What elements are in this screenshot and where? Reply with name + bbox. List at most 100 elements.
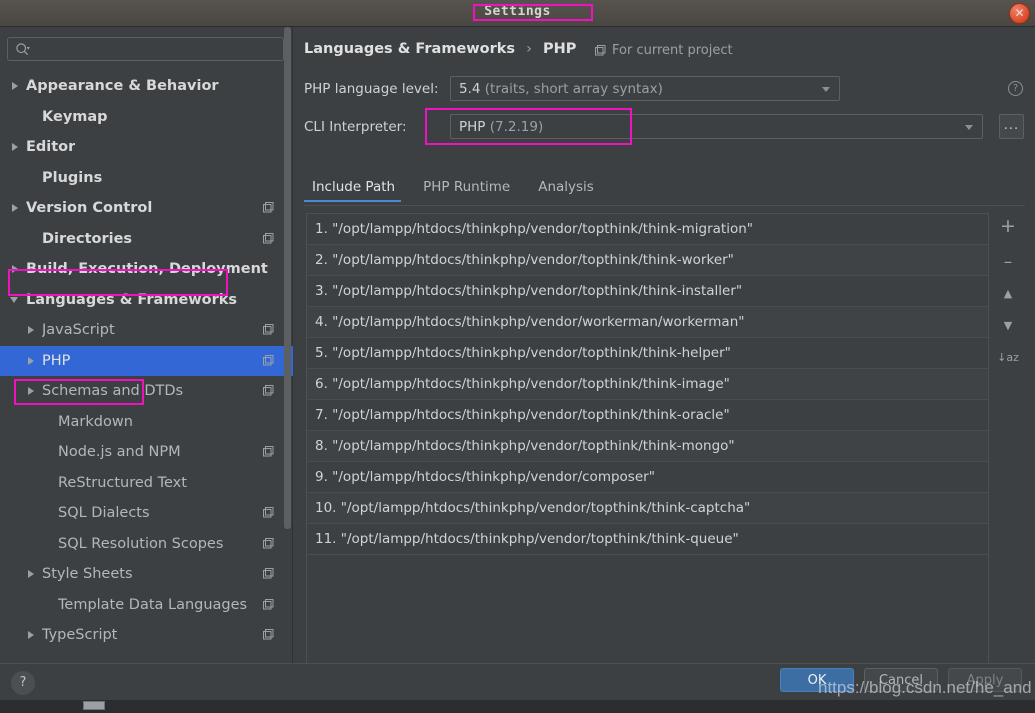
sidebar-item-label: Build, Execution, Deployment	[26, 261, 268, 278]
remove-icon[interactable]: –	[996, 251, 1020, 275]
chevron-right-icon[interactable]	[26, 629, 38, 641]
cli-interpreter-value: PHP	[459, 118, 490, 135]
sidebar-item-restructured-text[interactable]: ReStructured Text	[0, 468, 293, 499]
sidebar-item-sql-dialects[interactable]: SQL Dialects	[0, 498, 293, 529]
search-icon	[16, 43, 30, 56]
settings-main-panel: Languages & Frameworks › PHP For current…	[294, 27, 1035, 668]
module-icon	[263, 354, 274, 365]
sidebar-item-label: Template Data Languages	[58, 596, 248, 613]
chevron-right-icon[interactable]	[10, 80, 22, 92]
module-icon	[263, 324, 274, 335]
sidebar-item-editor[interactable]: Editor	[0, 132, 293, 163]
sidebar-scrollbar[interactable]	[284, 27, 291, 529]
include-path-row[interactable]: 4. "/opt/lampp/htdocs/thinkphp/vendor/wo…	[307, 307, 988, 338]
include-path-row[interactable]: 8. "/opt/lampp/htdocs/thinkphp/vendor/to…	[307, 431, 988, 462]
sidebar-item-label: Version Control	[26, 200, 153, 217]
module-icon	[263, 537, 274, 548]
window-titlebar: Settings ✕	[0, 0, 1035, 27]
include-path-row[interactable]: 5. "/opt/lampp/htdocs/thinkphp/vendor/to…	[307, 338, 988, 369]
chevron-down-icon[interactable]	[10, 294, 22, 306]
sidebar-item-label: Plugins	[42, 169, 103, 186]
module-icon	[263, 385, 274, 396]
sidebar-item-appearance-behavior[interactable]: Appearance & Behavior	[0, 71, 293, 102]
language-level-label: PHP language level:	[304, 81, 439, 97]
tab-analysis[interactable]: Analysis	[524, 179, 608, 202]
sort-alphabetical-icon[interactable]: ↓az	[996, 347, 1020, 371]
help-button[interactable]: ?	[11, 671, 35, 695]
module-icon	[263, 507, 274, 518]
settings-tree: Appearance & Behavior Keymap Editor Plugins…	[0, 71, 293, 663]
search-box[interactable]	[7, 37, 284, 61]
sidebar-item-node-js-and-npm[interactable]: Node.js and NPM	[0, 437, 293, 468]
sidebar-item-label: SQL Resolution Scopes	[58, 535, 224, 552]
sidebar-item-label: Languages & Frameworks	[26, 291, 238, 308]
apply-button[interactable]: Apply	[948, 668, 1022, 692]
add-icon[interactable]: +	[996, 215, 1020, 239]
include-path-row[interactable]: 3. "/opt/lampp/htdocs/thinkphp/vendor/to…	[307, 276, 988, 307]
include-path-row[interactable]: 2. "/opt/lampp/htdocs/thinkphp/vendor/to…	[307, 245, 988, 276]
sidebar-item-languages-frameworks[interactable]: Languages & Frameworks	[0, 285, 293, 316]
sidebar-item-plugins[interactable]: Plugins	[0, 163, 293, 194]
settings-tabs: Include Path PHP Runtime Analysis	[304, 179, 1004, 205]
close-icon[interactable]: ✕	[1009, 3, 1030, 24]
sidebar-item-typescript[interactable]: TypeScript	[0, 620, 293, 651]
include-path-toolbar: + – ▲ ▼ ↓az	[992, 213, 1025, 373]
sidebar-item-markdown[interactable]: Markdown	[0, 407, 293, 438]
cancel-button[interactable]: Cancel	[864, 668, 938, 692]
desktop-taskbar	[0, 700, 1035, 713]
tab-include-path[interactable]: Include Path	[304, 179, 409, 202]
language-level-dropdown[interactable]: 5.4 (traits, short array syntax)	[450, 76, 840, 101]
sidebar-item-schemas-and-dtds[interactable]: Schemas and DTDs	[0, 376, 293, 407]
include-path-row[interactable]: 6. "/opt/lampp/htdocs/thinkphp/vendor/to…	[307, 369, 988, 400]
chevron-right-icon[interactable]	[10, 141, 22, 153]
sidebar-item-version-control[interactable]: Version Control	[0, 193, 293, 224]
scope-label: For current project	[612, 43, 733, 58]
sidebar-item-php[interactable]: PHP	[0, 345, 293, 376]
include-path-row[interactable]: 10. "/opt/lampp/htdocs/thinkphp/vendor/t…	[307, 493, 988, 524]
include-path-row[interactable]: 1. "/opt/lampp/htdocs/thinkphp/vendor/to…	[307, 214, 988, 245]
settings-sidebar: Appearance & Behavior Keymap Editor Plugins…	[0, 27, 293, 663]
sidebar-item-directories[interactable]: Directories	[0, 224, 293, 255]
cli-interpreter-dropdown[interactable]: PHP (7.2.19)	[450, 114, 983, 139]
module-icon	[263, 202, 274, 213]
include-path-row[interactable]: 11. "/opt/lampp/htdocs/thinkphp/vendor/t…	[307, 524, 988, 555]
move-up-icon[interactable]: ▲	[996, 283, 1020, 307]
sidebar-item-label: Style Sheets	[42, 566, 133, 583]
chevron-right-icon[interactable]	[26, 385, 38, 397]
tab-php-runtime[interactable]: PHP Runtime	[409, 179, 524, 202]
include-path-list[interactable]: 1. "/opt/lampp/htdocs/thinkphp/vendor/to…	[306, 213, 989, 668]
taskbar-item[interactable]	[83, 701, 105, 710]
sidebar-item-label: SQL Dialects	[58, 505, 150, 522]
sidebar-item-style-sheets[interactable]: Style Sheets	[0, 559, 293, 590]
breadcrumb-separator: ›	[526, 41, 532, 57]
dialog-footer: ? OK Cancel Apply	[0, 663, 1035, 700]
sidebar-item-keymap[interactable]: Keymap	[0, 102, 293, 133]
cli-interpreter-label: CLI Interpreter:	[304, 119, 407, 135]
include-path-row[interactable]: 7. "/opt/lampp/htdocs/thinkphp/vendor/to…	[307, 400, 988, 431]
chevron-right-icon[interactable]	[26, 324, 38, 336]
breadcrumb: Languages & Frameworks › PHP	[304, 41, 576, 57]
sidebar-item-javascript[interactable]: JavaScript	[0, 315, 293, 346]
chevron-right-icon[interactable]	[10, 202, 22, 214]
move-down-icon[interactable]: ▼	[996, 315, 1020, 339]
tabs-divider	[304, 205, 1025, 206]
cli-interpreter-browse-button[interactable]: ...	[999, 114, 1024, 139]
search-input[interactable]	[34, 38, 280, 60]
sidebar-item-label: PHP	[42, 352, 71, 369]
chevron-right-icon[interactable]	[10, 263, 22, 275]
breadcrumb-parent[interactable]: Languages & Frameworks	[304, 41, 515, 57]
chevron-right-icon[interactable]	[26, 355, 38, 367]
ok-button[interactable]: OK	[780, 668, 854, 692]
sidebar-item-label: Keymap	[42, 108, 108, 125]
module-icon	[263, 446, 274, 457]
question-mark-icon[interactable]: ?	[1008, 81, 1023, 96]
sidebar-item-build-execution-deployment[interactable]: Build, Execution, Deployment	[0, 254, 293, 285]
sidebar-item-sql-resolution-scopes[interactable]: SQL Resolution Scopes	[0, 529, 293, 560]
sidebar-item-label: Node.js and NPM	[58, 444, 181, 461]
sidebar-item-template-data-languages[interactable]: Template Data Languages	[0, 590, 293, 621]
include-path-row[interactable]: 9. "/opt/lampp/htdocs/thinkphp/vendor/co…	[307, 462, 988, 493]
chevron-right-icon[interactable]	[26, 568, 38, 580]
